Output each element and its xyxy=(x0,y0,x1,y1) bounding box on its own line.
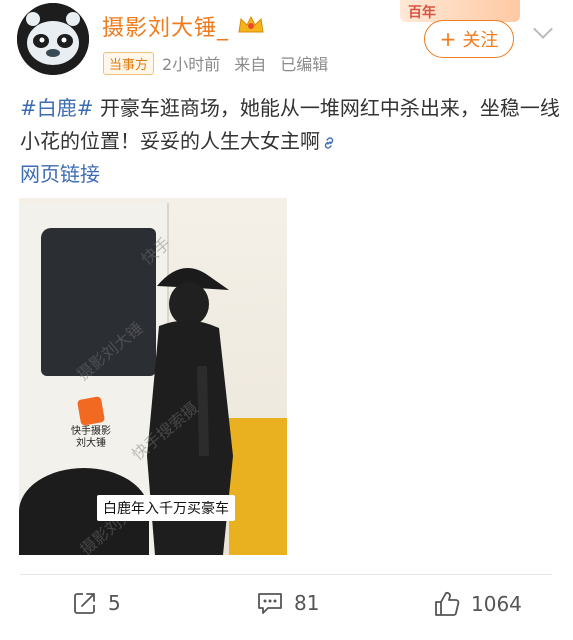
chevron-down-icon[interactable] xyxy=(533,19,553,39)
hashtag-link[interactable]: #白鹿# xyxy=(20,96,94,120)
post-image[interactable]: 快手摄影 刘大锤 快手 摄影刘大锤 快手搜索摄 摄影刘大 白鹿年入千万买豪车 xyxy=(19,198,287,555)
image-yellow-wall xyxy=(229,418,287,555)
promo-banner[interactable]: 百年 xyxy=(400,0,520,22)
post-content: #白鹿# 开豪车逛商场，她能从一堆网红中杀出来，坐稳一线小花的位置！妥妥的人生大… xyxy=(20,92,565,191)
image-logo-line1: 快手摄影 xyxy=(71,426,111,437)
web-link[interactable]: 网页链接 xyxy=(20,162,100,186)
share-count: 5 xyxy=(108,591,121,615)
post-time: 2小时前 xyxy=(162,55,221,74)
comment-count: 81 xyxy=(294,591,320,615)
post-text: 开豪车逛商场，她能从一堆网红中杀出来，坐稳一线小花的位置！妥妥的人生大女主啊 xyxy=(20,96,560,153)
edited-label[interactable]: 已编辑 xyxy=(280,51,328,75)
image-caption: 白鹿年入千万买豪车 xyxy=(97,495,235,521)
follow-label: 关注 xyxy=(462,30,499,51)
post-meta: 当事方 2小时前 来自 已编辑 xyxy=(103,51,328,75)
like-button[interactable]: 1064 xyxy=(433,590,522,618)
comment-icon xyxy=(258,593,282,614)
link-icon xyxy=(324,136,334,149)
panda-avatar-icon xyxy=(17,3,89,75)
crown-badge-icon xyxy=(238,15,264,33)
banner-text: 百年 xyxy=(408,5,436,21)
divider xyxy=(20,574,552,575)
kuaishou-logo-icon xyxy=(76,396,106,426)
image-logo-line2: 刘大锤 xyxy=(76,438,106,449)
thumbs-up-icon xyxy=(435,591,460,616)
share-button[interactable]: 5 xyxy=(72,590,121,616)
follow-button[interactable]: + 关注 xyxy=(424,20,514,58)
image-logo-text: 快手摄影 刘大锤 xyxy=(71,426,111,450)
plus-icon: + xyxy=(439,27,457,51)
like-count: 1064 xyxy=(471,592,522,616)
avatar[interactable] xyxy=(17,3,89,75)
author-name[interactable]: 摄影刘大锤_ xyxy=(102,10,229,42)
post-source: 来自 xyxy=(234,55,267,74)
party-tag: 当事方 xyxy=(103,51,155,75)
comment-button[interactable]: 81 xyxy=(256,590,319,616)
share-icon xyxy=(74,593,95,614)
